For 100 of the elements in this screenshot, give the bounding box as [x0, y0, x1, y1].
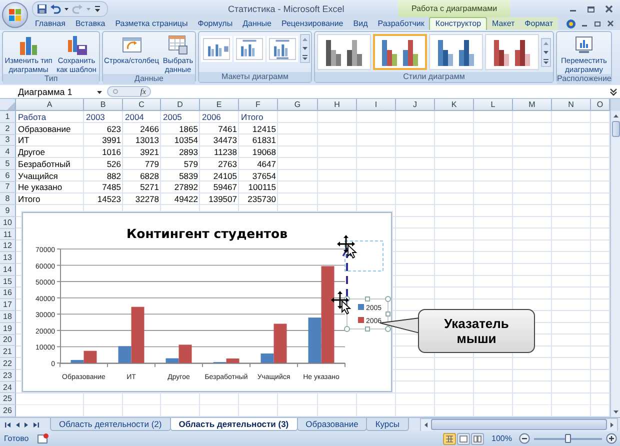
- table-cell-text: 59467: [212, 182, 238, 194]
- row-header[interactable]: 4: [0, 146, 16, 158]
- callout: Указатель мыши: [418, 309, 535, 353]
- row-header[interactable]: 7: [0, 182, 16, 194]
- table-cell-text: 13013: [134, 134, 160, 146]
- row-header[interactable]: 2: [0, 122, 16, 135]
- table-cell-text: 4647: [256, 158, 277, 170]
- table-cell-text: 5839: [178, 170, 199, 182]
- row-header[interactable]: 19: [0, 322, 16, 335]
- column-header[interactable]: A: [16, 99, 84, 111]
- row-header[interactable]: 15: [0, 276, 16, 288]
- column-header[interactable]: J: [396, 99, 435, 111]
- ribbon-tab[interactable]: Данные: [238, 17, 276, 30]
- ribbon-tab[interactable]: Формулы: [192, 17, 238, 30]
- row-header[interactable]: 11: [0, 228, 16, 240]
- row-header[interactable]: 17: [0, 299, 16, 312]
- group-label: Стили диаграмм: [315, 72, 553, 82]
- ribbon-tab[interactable]: Рецензирование: [276, 17, 348, 30]
- table-cell-text: 235730: [246, 193, 277, 206]
- chart-title: Контингент студентов: [126, 226, 288, 241]
- table-cell-text: Образование: [17, 122, 72, 135]
- row-header[interactable]: 23: [0, 370, 16, 382]
- table-cell-text: 6828: [139, 170, 160, 182]
- ribbon-tab[interactable]: Вид: [348, 17, 373, 30]
- sheet-tab[interactable]: Образование: [296, 418, 368, 431]
- ribbon-tab[interactable]: Конструктор: [429, 17, 488, 30]
- sheet-tab[interactable]: Область деятельности (2): [50, 418, 171, 431]
- row-header[interactable]: 20: [0, 334, 16, 346]
- column-header[interactable]: C: [123, 99, 161, 111]
- column-header[interactable]: N: [552, 99, 591, 111]
- sheet-tab[interactable]: Курсы: [366, 418, 409, 431]
- table-cell-text: 24105: [212, 170, 238, 182]
- column-header[interactable]: K: [435, 99, 474, 111]
- row-header[interactable]: 25: [0, 393, 16, 406]
- table-cell-text: 1016: [101, 146, 122, 158]
- table-cell-text: 34473: [212, 134, 238, 146]
- row-header[interactable]: 26: [0, 405, 16, 417]
- column-header[interactable]: E: [200, 99, 239, 111]
- ribbon-tab[interactable]: Вставка: [70, 17, 110, 30]
- row-header[interactable]: 16: [0, 288, 16, 300]
- table-cell-text: 3921: [139, 146, 160, 158]
- ribbon-tab[interactable]: Формат: [520, 17, 558, 30]
- ribbon-tab[interactable]: Разработчик: [372, 17, 430, 30]
- row-header[interactable]: 24: [0, 382, 16, 394]
- table-cell-text: 2004: [124, 111, 145, 123]
- row-header[interactable]: 10: [0, 216, 16, 229]
- table-cell-text: Другое: [17, 146, 46, 158]
- column-header[interactable]: D: [161, 99, 200, 111]
- zoom-level[interactable]: 100%: [492, 434, 512, 443]
- row-header[interactable]: 12: [0, 240, 16, 252]
- table-cell-text: 779: [144, 158, 160, 170]
- column-header[interactable]: I: [357, 99, 396, 111]
- name-box[interactable]: Диаграмма 1: [0, 86, 96, 98]
- row-header[interactable]: 14: [0, 264, 16, 276]
- row-header[interactable]: 21: [0, 346, 16, 358]
- table-cell-text: 2763: [217, 158, 238, 170]
- group-label: Макеты диаграмм: [199, 72, 311, 82]
- table-cell-text: 7461: [217, 122, 238, 135]
- column-header[interactable]: B: [84, 99, 123, 111]
- row-header[interactable]: 13: [0, 252, 16, 264]
- status-text: Готово: [4, 434, 29, 443]
- column-header[interactable]: F: [239, 99, 278, 111]
- column-header[interactable]: L: [474, 99, 513, 111]
- table-cell-text: 37654: [251, 170, 277, 182]
- ribbon-tab[interactable]: Разметка страницы: [110, 17, 193, 30]
- row-header[interactable]: 18: [0, 311, 16, 323]
- table-cell-text: 12415: [251, 122, 277, 135]
- table-cell-text: Не указано: [17, 182, 64, 194]
- table-cell-text: 2466: [139, 122, 160, 135]
- table-cell-text: Безработный: [17, 158, 72, 170]
- table-cell-text: Учащийся: [17, 170, 59, 182]
- table-cell-text: 1865: [178, 122, 199, 135]
- table-cell-text: 2003: [85, 111, 106, 123]
- table-cell-text: 11238: [212, 146, 238, 158]
- table-cell-text: 526: [106, 158, 122, 170]
- row-header[interactable]: 9: [0, 205, 16, 217]
- table-cell-text: 61831: [251, 134, 277, 146]
- column-header[interactable]: H: [318, 99, 357, 111]
- group-label: Данные: [103, 74, 195, 84]
- row-header[interactable]: 1: [0, 111, 16, 123]
- table-cell-text: 19068: [251, 146, 277, 158]
- table-cell-text: 14523: [96, 193, 122, 206]
- column-header[interactable]: O: [591, 99, 610, 111]
- row-header[interactable]: 22: [0, 358, 16, 370]
- column-header[interactable]: M: [513, 99, 552, 111]
- window-title: Статистика - Microsoft Excel: [228, 4, 344, 14]
- sheet-tab[interactable]: Область деятельности (3): [170, 418, 298, 431]
- ribbon-tab[interactable]: Главная: [30, 17, 70, 30]
- insert-function-button[interactable]: fx: [140, 87, 146, 96]
- row-header[interactable]: 5: [0, 158, 16, 170]
- column-header[interactable]: G: [278, 99, 318, 111]
- ribbon-tab[interactable]: Макет: [487, 17, 520, 30]
- table-cell-text: Итого: [240, 111, 264, 123]
- row-header[interactable]: 3: [0, 134, 16, 146]
- table-cell-text: 5271: [139, 182, 160, 194]
- table-cell-text: 3991: [101, 134, 122, 146]
- table-cell-text: 32278: [134, 193, 160, 206]
- row-header[interactable]: 8: [0, 193, 16, 206]
- table-cell-text: 27892: [173, 182, 199, 194]
- row-header[interactable]: 6: [0, 170, 16, 182]
